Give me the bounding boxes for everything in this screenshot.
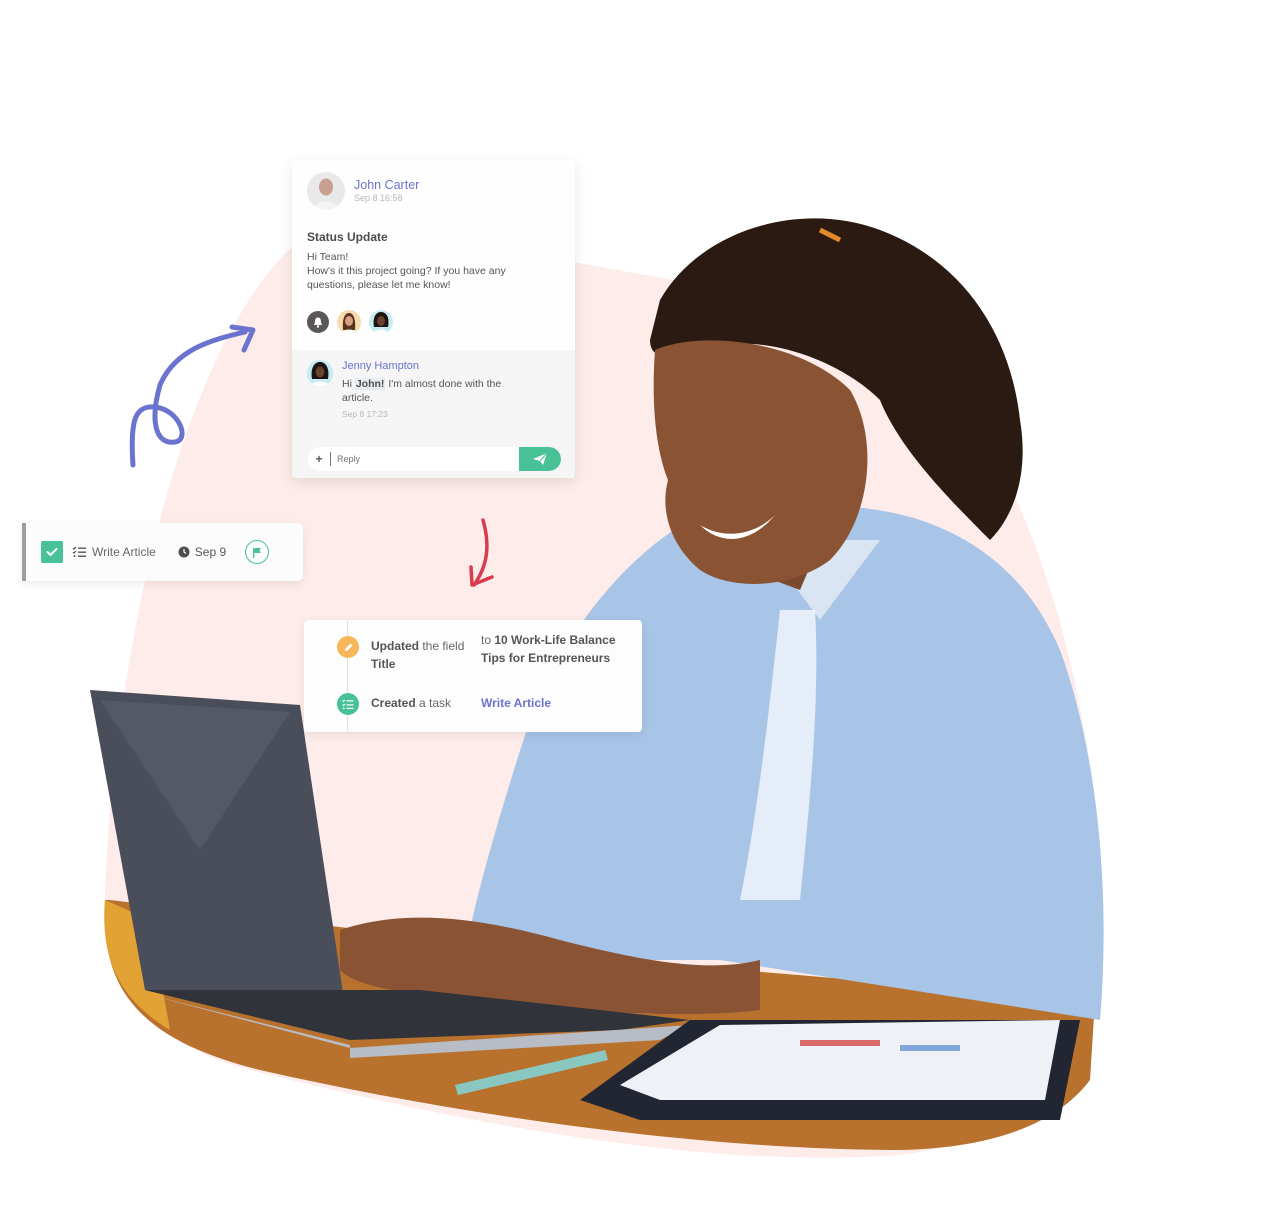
activity-feed-card: Updated the field Title to 10 Work-Life … [304, 620, 642, 732]
avatar-watcher-2[interactable] [369, 310, 393, 334]
reply-text: Hi John! I'm almost done with the articl… [342, 377, 517, 405]
post-body-line: Hi Team! [307, 251, 349, 263]
activity-text: to [481, 633, 495, 647]
paper-plane-icon [533, 452, 548, 465]
send-button[interactable] [519, 447, 561, 471]
checkbox-icon[interactable] [41, 541, 63, 563]
bell-icon[interactable] [307, 311, 329, 333]
activity-new-value: 10 Work-Life Balance Tips for Entreprene… [481, 633, 616, 665]
flag-button[interactable] [245, 540, 270, 564]
add-attachment-button[interactable]: + [308, 452, 330, 466]
status-update-card: John Carter Sep 8 16:58 Status Update Hi… [292, 160, 575, 478]
face [653, 340, 868, 584]
status-update-post: John Carter Sep 8 16:58 Status Update Hi… [292, 160, 575, 350]
woman-working-photo [90, 218, 1104, 1150]
paper-chart-bar [800, 1040, 880, 1046]
activity-text: a task [415, 696, 452, 710]
activity-update-value: to 10 Work-Life Balance Tips for Entrepr… [481, 631, 641, 667]
avatar-watcher-1[interactable] [337, 310, 361, 334]
pencil-icon [337, 636, 359, 658]
activity-field: Title [371, 657, 396, 671]
avatar-jenny-hampton[interactable] [307, 360, 333, 386]
activity-update-description: Updated the field Title [371, 637, 471, 673]
task-due-date[interactable]: Sep 9 [195, 545, 226, 559]
reply-timestamp: Sep 8 17:23 [342, 409, 388, 419]
clock-icon [178, 546, 190, 558]
checklist-icon [337, 693, 359, 715]
reply-section: Jenny Hampton Hi John! I'm almost done w… [292, 350, 575, 478]
avatar-john-carter[interactable] [307, 172, 345, 210]
post-body: Hi Team! How's it this project going? If… [307, 250, 552, 292]
post-author: John Carter Sep 8 16:58 [307, 172, 560, 210]
reply-input[interactable] [331, 454, 519, 464]
reply-greeting: Hi [342, 378, 352, 390]
activity-text: the field [419, 639, 465, 653]
activity-task-link[interactable]: Write Article [481, 694, 551, 712]
curly-arrow-icon [129, 324, 256, 468]
reply-message: Jenny Hampton Hi John! I'm almost done w… [307, 360, 560, 419]
activity-create-description: Created a task [371, 694, 451, 712]
task-name[interactable]: Write Article [92, 545, 156, 559]
reply-author-name[interactable]: Jenny Hampton [342, 360, 517, 373]
activity-action: Created [371, 696, 416, 710]
post-timestamp: Sep 8 16:58 [354, 193, 403, 203]
down-arrow-icon [469, 518, 494, 587]
task-card[interactable]: Write Article Sep 9 [22, 523, 303, 581]
author-name[interactable]: John Carter [354, 178, 419, 192]
paper-chart-bar [900, 1045, 960, 1051]
post-title: Status Update [307, 230, 388, 244]
checklist-icon [72, 546, 86, 557]
reply-input-bar: + [308, 447, 561, 471]
watchers-row [307, 310, 560, 334]
activity-action: Updated [371, 639, 419, 653]
mention[interactable]: John! [354, 378, 386, 390]
flag-icon [253, 547, 262, 558]
post-body-line: How's it this project going? If you have… [307, 265, 506, 291]
